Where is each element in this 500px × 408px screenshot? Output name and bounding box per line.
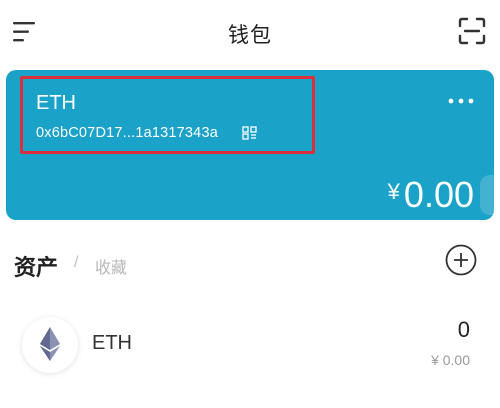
asset-row[interactable]: ETH 0 ¥ 0.00 (0, 305, 500, 385)
wallet-balance: ¥0.00 (388, 174, 474, 216)
currency-symbol: ¥ (387, 179, 400, 204)
tab-assets[interactable]: 资产 (14, 250, 58, 282)
more-options-button[interactable] (447, 92, 475, 110)
page-title: 钱包 (228, 24, 272, 47)
tab-favorites[interactable]: 收藏 (95, 254, 127, 278)
top-bar: 钱包 (0, 0, 500, 62)
asset-logo (22, 317, 78, 373)
more-icon (448, 98, 474, 104)
ethereum-icon (40, 327, 60, 361)
asset-name: ETH (92, 332, 132, 354)
add-asset-button[interactable] (445, 244, 477, 276)
scan-button[interactable] (458, 17, 486, 45)
asset-quantity: 0 (457, 317, 470, 342)
plus-circle-icon (445, 244, 477, 276)
qr-code-button[interactable] (242, 126, 258, 140)
scan-icon (458, 17, 486, 45)
wallet-address[interactable]: 0x6bC07D17...1a1317343a (36, 125, 218, 141)
tab-separator: / (74, 254, 79, 271)
qr-code-icon (242, 126, 257, 140)
asset-value: ¥ 0.00 (431, 352, 470, 368)
card-edge-decoration (480, 175, 494, 215)
balance-amount: 0.00 (403, 174, 474, 215)
wallet-name: ETH (36, 92, 76, 114)
